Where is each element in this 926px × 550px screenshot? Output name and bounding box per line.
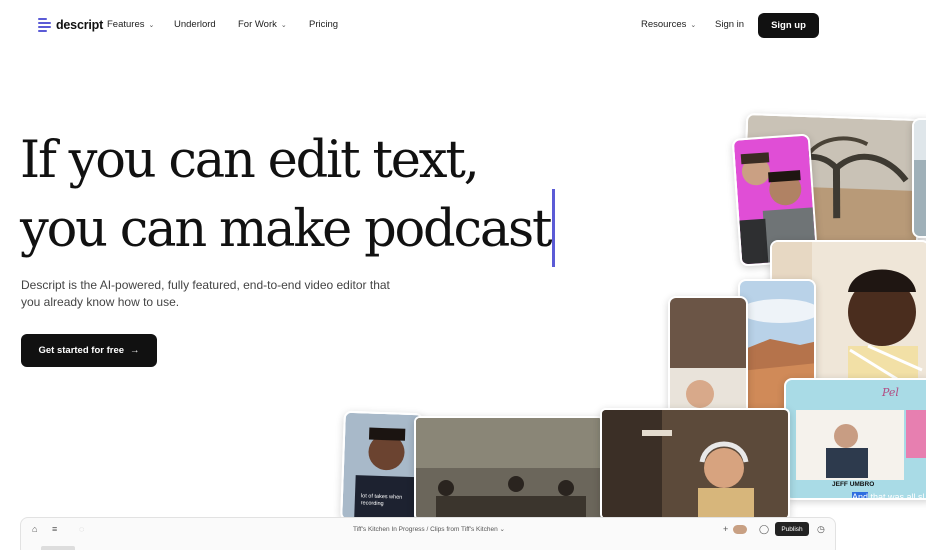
caption-highlight: And: [852, 492, 869, 500]
arrow-right-icon: →: [130, 345, 140, 356]
collaborator-avatars: [733, 525, 747, 534]
help-icon[interactable]: ◷: [817, 524, 825, 535]
descript-logo-icon: [38, 17, 51, 32]
chevron-down-icon: ⌄: [690, 21, 697, 29]
hero-subtext: Descript is the AI-powered, fully featur…: [21, 278, 390, 309]
clip-thumbnail[interactable]: [41, 546, 75, 550]
nav-label: Pricing: [309, 19, 339, 30]
nav-item-underlord[interactable]: Underlord: [174, 19, 216, 30]
nav-label: For Work: [238, 19, 277, 30]
hero-headline-line-2: you can make podcast: [20, 200, 553, 259]
text-cursor-caret: [552, 189, 555, 267]
podcast-guest-tile: Pel JEFF UMBRO And that was all sl: [784, 378, 926, 500]
nav-item-pricing[interactable]: Pricing: [309, 19, 338, 30]
nav-label: Resources: [641, 19, 687, 30]
caption-text: And that was all sl: [852, 492, 925, 500]
nav-label: Sign in: [715, 19, 745, 30]
brand-name: descript: [56, 17, 104, 32]
nav-item-features[interactable]: Features ⌄: [107, 19, 154, 30]
editor-app-window: ⌂ ≡ ◌ Tiff's Kitchen In Progress / Clips…: [20, 517, 836, 550]
history-icon[interactable]: ◌: [79, 524, 84, 534]
hero-headline-line-1: If you can edit text,: [20, 131, 480, 190]
chevron-down-icon: ⌄: [280, 21, 287, 29]
nav-item-for-work[interactable]: For Work ⌄: [238, 19, 287, 30]
add-icon[interactable]: +: [723, 524, 728, 534]
chevron-down-icon: ⌄: [148, 21, 155, 29]
comment-icon[interactable]: ◯: [759, 524, 769, 535]
nav-label: Underlord: [174, 19, 216, 30]
home-icon[interactable]: ⌂: [32, 524, 37, 534]
nav-item-resources[interactable]: Resources ⌄: [641, 19, 696, 30]
signup-button[interactable]: Sign up: [758, 13, 819, 38]
presenter-caption-tile: lot of takes when recording: [340, 410, 424, 524]
headphones-host-tile: [600, 408, 790, 520]
tile-caption: lot of takes when recording: [360, 493, 403, 507]
lower-third-name: JEFF UMBRO: [832, 481, 875, 488]
get-started-button[interactable]: Get started for free →: [21, 334, 157, 367]
caption-rest: that was all sl: [868, 492, 925, 500]
descript-logo[interactable]: descript: [38, 17, 103, 32]
publish-button[interactable]: Publish: [775, 522, 809, 536]
editor-toolbar: ⌂ ≡ ◌ Tiff's Kitchen In Progress / Clips…: [21, 518, 835, 542]
hero-headline: If you can edit text, you can make podca…: [20, 126, 553, 264]
menu-icon[interactable]: ≡: [52, 524, 57, 534]
band-studio-tile: [414, 416, 604, 521]
cta-label: Get started for free: [38, 345, 125, 356]
signin-link[interactable]: Sign in: [715, 19, 744, 30]
breadcrumb[interactable]: Tiff's Kitchen In Progress / Clips from …: [353, 525, 505, 533]
nav-label: Features: [107, 19, 145, 30]
top-nav: descript Features ⌄ Underlord For Work ⌄ P…: [0, 0, 926, 52]
snow-tile: [912, 118, 926, 238]
